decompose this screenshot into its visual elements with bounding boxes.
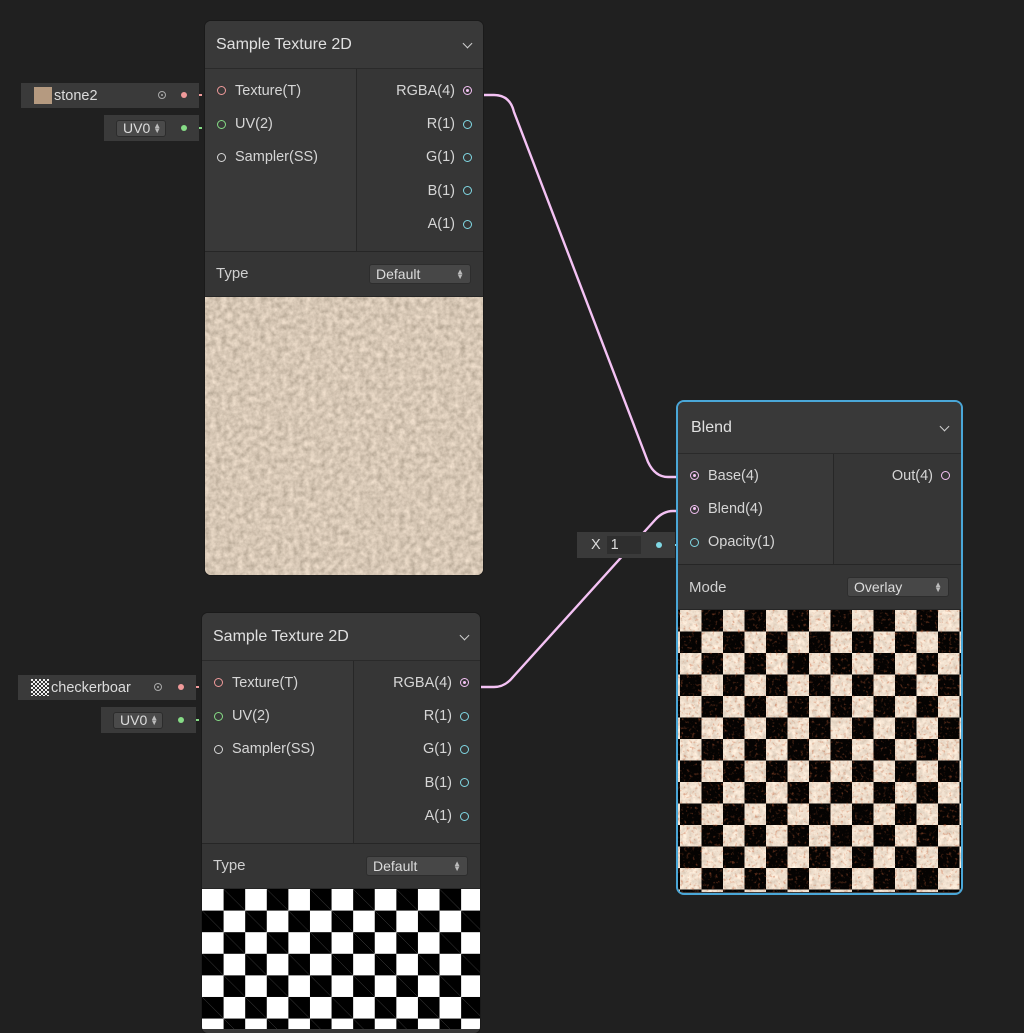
target-circle-icon[interactable] bbox=[158, 91, 166, 99]
blend-node[interactable]: Blend Base(4) Blend(4) Opacity(1) Out(4)… bbox=[678, 402, 961, 893]
port-sampler-in[interactable]: Sampler(SS) bbox=[202, 733, 353, 766]
texture-field-stone2[interactable]: stone2 bbox=[21, 83, 199, 108]
port-dot[interactable] bbox=[217, 86, 226, 96]
port-area: Base(4) Blend(4) Opacity(1) Out(4) bbox=[678, 454, 961, 566]
updown-arrows-icon: ▲ ▼ bbox=[934, 580, 942, 595]
mode-label: Mode bbox=[689, 578, 727, 596]
port-base-in[interactable]: Base(4) bbox=[678, 459, 833, 492]
node-title: Sample Texture 2D bbox=[213, 627, 349, 645]
uv-connection-dot bbox=[178, 717, 184, 723]
port-a-out[interactable]: A(1) bbox=[357, 208, 483, 241]
mode-dropdown[interactable]: Overlay ▲ ▼ bbox=[847, 577, 949, 598]
updown-arrows-icon: ▲ ▼ bbox=[153, 121, 162, 135]
axis-label: X bbox=[591, 537, 601, 553]
port-sampler-in[interactable]: Sampler(SS) bbox=[205, 141, 356, 174]
texture-field-checkerboard[interactable]: checkerboar bbox=[18, 675, 196, 700]
sample-texture-node-checker[interactable]: Sample Texture 2D Texture(T) UV(2) Sampl… bbox=[202, 613, 480, 1033]
port-dot[interactable] bbox=[460, 678, 469, 688]
opacity-value[interactable]: 1 bbox=[606, 536, 641, 554]
node-header[interactable]: Sample Texture 2D bbox=[202, 613, 480, 661]
uv-connection-dot bbox=[181, 125, 187, 131]
updown-arrows-icon: ▲ ▼ bbox=[453, 858, 461, 873]
port-dot[interactable] bbox=[460, 811, 469, 821]
uv-channel-dropdown[interactable]: UV0 ▲ ▼ bbox=[113, 711, 164, 729]
port-dot[interactable] bbox=[217, 119, 226, 129]
port-g-out[interactable]: G(1) bbox=[354, 733, 480, 766]
port-r-out[interactable]: R(1) bbox=[357, 107, 483, 140]
node-title: Blend bbox=[691, 418, 732, 436]
wire-rgba-to-base[interactable] bbox=[471, 93, 691, 479]
port-g-out[interactable]: G(1) bbox=[357, 141, 483, 174]
texture-name: stone2 bbox=[54, 87, 98, 104]
port-b-out[interactable]: B(1) bbox=[357, 174, 483, 207]
port-dot[interactable] bbox=[690, 471, 699, 481]
blend-result-preview bbox=[678, 610, 961, 893]
port-dot[interactable] bbox=[460, 744, 469, 754]
type-label: Type bbox=[213, 857, 246, 875]
port-dot[interactable] bbox=[214, 744, 223, 754]
checkerboard-texture-preview bbox=[202, 888, 480, 1029]
texture-thumbnail bbox=[31, 679, 49, 696]
node-header[interactable]: Blend bbox=[678, 402, 961, 454]
texture-connection-dot bbox=[181, 92, 187, 98]
texture-connection-dot bbox=[178, 684, 184, 690]
port-area: Texture(T) UV(2) Sampler(SS) RGBA(4) R(1… bbox=[205, 69, 483, 252]
chevron-down-icon[interactable] bbox=[460, 632, 469, 641]
chevron-down-icon[interactable] bbox=[463, 40, 472, 49]
port-rgba-out[interactable]: RGBA(4) bbox=[354, 666, 480, 699]
node-title: Sample Texture 2D bbox=[216, 35, 352, 53]
node-header[interactable]: Sample Texture 2D bbox=[205, 21, 483, 69]
port-dot[interactable] bbox=[460, 711, 469, 721]
uv-channel-dropdown[interactable]: UV0 ▲ ▼ bbox=[116, 119, 167, 137]
port-dot[interactable] bbox=[214, 678, 223, 688]
updown-arrows-icon: ▲ ▼ bbox=[456, 266, 464, 281]
texture-thumbnail bbox=[34, 87, 52, 104]
port-texture-in[interactable]: Texture(T) bbox=[205, 74, 356, 107]
port-dot[interactable] bbox=[690, 504, 699, 514]
port-dot[interactable] bbox=[460, 778, 469, 788]
chevron-down-icon[interactable] bbox=[940, 423, 949, 432]
type-row: Type Default ▲ ▼ bbox=[202, 843, 480, 889]
target-circle-icon[interactable] bbox=[154, 683, 162, 691]
texture-name: checkerboar bbox=[51, 679, 131, 696]
type-dropdown[interactable]: Default ▲ ▼ bbox=[369, 263, 471, 284]
stone-texture-preview bbox=[205, 296, 483, 575]
port-opacity-in[interactable]: Opacity(1) bbox=[678, 526, 833, 559]
port-dot[interactable] bbox=[463, 86, 472, 96]
opacity-connection-dot bbox=[656, 542, 662, 548]
type-dropdown[interactable]: Default ▲ ▼ bbox=[366, 855, 468, 876]
port-r-out[interactable]: R(1) bbox=[354, 699, 480, 732]
port-dot[interactable] bbox=[463, 119, 472, 129]
port-texture-in[interactable]: Texture(T) bbox=[202, 666, 353, 699]
port-dot[interactable] bbox=[217, 152, 226, 162]
port-dot[interactable] bbox=[690, 537, 699, 547]
port-blend-in[interactable]: Blend(4) bbox=[678, 492, 833, 525]
port-uv-in[interactable]: UV(2) bbox=[205, 107, 356, 140]
type-row: Type Default ▲ ▼ bbox=[205, 251, 483, 297]
port-area: Texture(T) UV(2) Sampler(SS) RGBA(4) R(1… bbox=[202, 661, 480, 844]
port-dot[interactable] bbox=[463, 219, 472, 229]
port-out[interactable]: Out(4) bbox=[834, 459, 961, 492]
type-label: Type bbox=[216, 265, 249, 283]
mode-row: Mode Overlay ▲ ▼ bbox=[678, 565, 961, 611]
updown-arrows-icon: ▲ ▼ bbox=[150, 713, 159, 727]
port-uv-in[interactable]: UV(2) bbox=[202, 699, 353, 732]
port-dot[interactable] bbox=[463, 152, 472, 162]
port-b-out[interactable]: B(1) bbox=[354, 766, 480, 799]
port-a-out[interactable]: A(1) bbox=[354, 800, 480, 833]
sample-texture-node-stone[interactable]: Sample Texture 2D Texture(T) UV(2) Sampl… bbox=[205, 21, 483, 575]
port-dot[interactable] bbox=[941, 471, 950, 481]
port-dot[interactable] bbox=[463, 186, 472, 196]
port-dot[interactable] bbox=[214, 711, 223, 721]
port-rgba-out[interactable]: RGBA(4) bbox=[357, 74, 483, 107]
